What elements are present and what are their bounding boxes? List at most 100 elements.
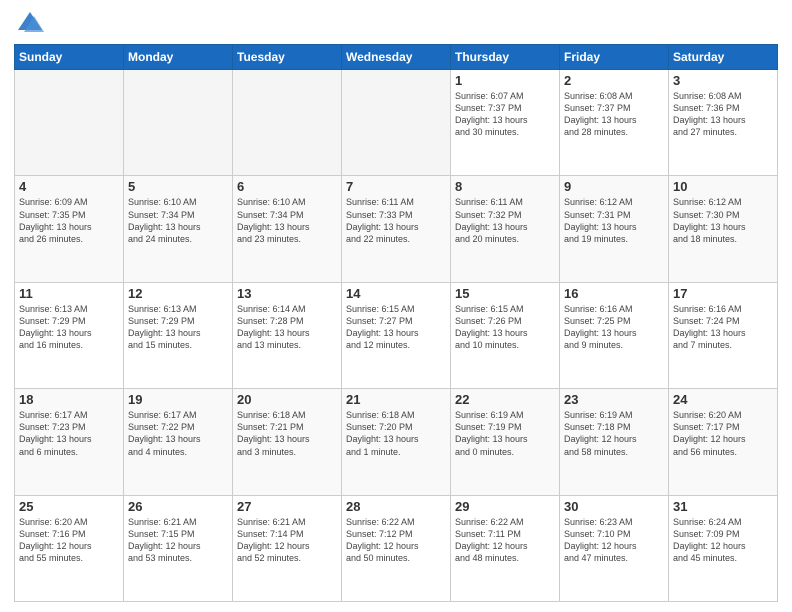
day-info: Sunrise: 6:12 AM Sunset: 7:31 PM Dayligh… (564, 196, 664, 245)
logo (14, 10, 44, 38)
day-number: 18 (19, 392, 119, 407)
day-info: Sunrise: 6:19 AM Sunset: 7:18 PM Dayligh… (564, 409, 664, 458)
calendar-cell: 6 Sunrise: 6:10 AM Sunset: 7:34 PM Daylig… (233, 176, 342, 282)
calendar-week-4: 18 Sunrise: 6:17 AM Sunset: 7:23 PM Dayli… (15, 389, 778, 495)
page: SundayMondayTuesdayWednesdayThursdayFrid… (0, 0, 792, 612)
calendar-cell: 5 Sunrise: 6:10 AM Sunset: 7:34 PM Daylig… (124, 176, 233, 282)
day-number: 2 (564, 73, 664, 88)
day-number: 24 (673, 392, 773, 407)
day-header-sunday: Sunday (15, 45, 124, 70)
day-info: Sunrise: 6:15 AM Sunset: 7:26 PM Dayligh… (455, 303, 555, 352)
calendar-cell: 13 Sunrise: 6:14 AM Sunset: 7:28 PM Dayli… (233, 282, 342, 388)
day-number: 22 (455, 392, 555, 407)
day-number: 29 (455, 499, 555, 514)
day-number: 14 (346, 286, 446, 301)
day-info: Sunrise: 6:13 AM Sunset: 7:29 PM Dayligh… (128, 303, 228, 352)
day-info: Sunrise: 6:16 AM Sunset: 7:25 PM Dayligh… (564, 303, 664, 352)
day-number: 13 (237, 286, 337, 301)
day-info: Sunrise: 6:10 AM Sunset: 7:34 PM Dayligh… (128, 196, 228, 245)
day-number: 12 (128, 286, 228, 301)
calendar-cell: 3Sunrise: 6:08 AM Sunset: 7:36 PM Daylig… (669, 70, 778, 176)
day-info: Sunrise: 6:23 AM Sunset: 7:10 PM Dayligh… (564, 516, 664, 565)
calendar-cell: 18 Sunrise: 6:17 AM Sunset: 7:23 PM Dayli… (15, 389, 124, 495)
day-header-wednesday: Wednesday (342, 45, 451, 70)
day-info: Sunrise: 6:22 AM Sunset: 7:11 PM Dayligh… (455, 516, 555, 565)
day-info: Sunrise: 6:10 AM Sunset: 7:34 PM Dayligh… (237, 196, 337, 245)
day-info: Sunrise: 6:20 AM Sunset: 7:16 PM Dayligh… (19, 516, 119, 565)
calendar-cell (233, 70, 342, 176)
calendar-cell: 15Sunrise: 6:15 AM Sunset: 7:26 PM Dayli… (451, 282, 560, 388)
calendar-cell: 2 Sunrise: 6:08 AM Sunset: 7:37 PM Daylig… (560, 70, 669, 176)
day-info: Sunrise: 6:18 AM Sunset: 7:20 PM Dayligh… (346, 409, 446, 458)
day-number: 20 (237, 392, 337, 407)
day-info: Sunrise: 6:15 AM Sunset: 7:27 PM Dayligh… (346, 303, 446, 352)
calendar-cell: 11 Sunrise: 6:13 AM Sunset: 7:29 PM Dayli… (15, 282, 124, 388)
day-number: 17 (673, 286, 773, 301)
day-info: Sunrise: 6:22 AM Sunset: 7:12 PM Dayligh… (346, 516, 446, 565)
day-info: Sunrise: 6:07 AM Sunset: 7:37 PM Dayligh… (455, 90, 555, 139)
day-number: 16 (564, 286, 664, 301)
day-number: 4 (19, 179, 119, 194)
calendar-cell: 31Sunrise: 6:24 AM Sunset: 7:09 PM Dayli… (669, 495, 778, 601)
calendar-cell: 23 Sunrise: 6:19 AM Sunset: 7:18 PM Dayli… (560, 389, 669, 495)
calendar-cell: 12 Sunrise: 6:13 AM Sunset: 7:29 PM Dayli… (124, 282, 233, 388)
logo-icon (16, 10, 44, 38)
calendar-cell: 27Sunrise: 6:21 AM Sunset: 7:14 PM Dayli… (233, 495, 342, 601)
day-info: Sunrise: 6:08 AM Sunset: 7:36 PM Dayligh… (673, 90, 773, 139)
calendar-cell: 20 Sunrise: 6:18 AM Sunset: 7:21 PM Dayli… (233, 389, 342, 495)
calendar-cell: 16 Sunrise: 6:16 AM Sunset: 7:25 PM Dayli… (560, 282, 669, 388)
day-header-tuesday: Tuesday (233, 45, 342, 70)
calendar-cell: 30 Sunrise: 6:23 AM Sunset: 7:10 PM Dayli… (560, 495, 669, 601)
day-number: 11 (19, 286, 119, 301)
calendar-cell: 14 Sunrise: 6:15 AM Sunset: 7:27 PM Dayli… (342, 282, 451, 388)
calendar-header-row: SundayMondayTuesdayWednesdayThursdayFrid… (15, 45, 778, 70)
calendar-cell: 26 Sunrise: 6:21 AM Sunset: 7:15 PM Dayli… (124, 495, 233, 601)
calendar-cell: 28 Sunrise: 6:22 AM Sunset: 7:12 PM Dayli… (342, 495, 451, 601)
day-info: Sunrise: 6:14 AM Sunset: 7:28 PM Dayligh… (237, 303, 337, 352)
calendar-cell (124, 70, 233, 176)
calendar-cell: 21 Sunrise: 6:18 AM Sunset: 7:20 PM Dayli… (342, 389, 451, 495)
calendar-week-5: 25 Sunrise: 6:20 AM Sunset: 7:16 PM Dayli… (15, 495, 778, 601)
calendar-cell: 19 Sunrise: 6:17 AM Sunset: 7:22 PM Dayli… (124, 389, 233, 495)
day-number: 23 (564, 392, 664, 407)
calendar-cell: 4 Sunrise: 6:09 AM Sunset: 7:35 PM Daylig… (15, 176, 124, 282)
day-number: 8 (455, 179, 555, 194)
calendar-cell (15, 70, 124, 176)
day-info: Sunrise: 6:08 AM Sunset: 7:37 PM Dayligh… (564, 90, 664, 139)
day-info: Sunrise: 6:13 AM Sunset: 7:29 PM Dayligh… (19, 303, 119, 352)
calendar-cell: 1Sunrise: 6:07 AM Sunset: 7:37 PM Daylig… (451, 70, 560, 176)
day-info: Sunrise: 6:11 AM Sunset: 7:33 PM Dayligh… (346, 196, 446, 245)
calendar-cell: 8Sunrise: 6:11 AM Sunset: 7:32 PM Daylig… (451, 176, 560, 282)
day-info: Sunrise: 6:17 AM Sunset: 7:22 PM Dayligh… (128, 409, 228, 458)
day-header-thursday: Thursday (451, 45, 560, 70)
day-number: 5 (128, 179, 228, 194)
day-number: 21 (346, 392, 446, 407)
calendar-cell: 24Sunrise: 6:20 AM Sunset: 7:17 PM Dayli… (669, 389, 778, 495)
calendar-cell: 7Sunrise: 6:11 AM Sunset: 7:33 PM Daylig… (342, 176, 451, 282)
day-number: 10 (673, 179, 773, 194)
day-number: 25 (19, 499, 119, 514)
day-info: Sunrise: 6:09 AM Sunset: 7:35 PM Dayligh… (19, 196, 119, 245)
day-info: Sunrise: 6:12 AM Sunset: 7:30 PM Dayligh… (673, 196, 773, 245)
calendar-week-3: 11 Sunrise: 6:13 AM Sunset: 7:29 PM Dayli… (15, 282, 778, 388)
day-info: Sunrise: 6:17 AM Sunset: 7:23 PM Dayligh… (19, 409, 119, 458)
calendar-week-1: 1Sunrise: 6:07 AM Sunset: 7:37 PM Daylig… (15, 70, 778, 176)
day-info: Sunrise: 6:18 AM Sunset: 7:21 PM Dayligh… (237, 409, 337, 458)
day-number: 9 (564, 179, 664, 194)
calendar-table: SundayMondayTuesdayWednesdayThursdayFrid… (14, 44, 778, 602)
day-header-saturday: Saturday (669, 45, 778, 70)
day-number: 30 (564, 499, 664, 514)
day-number: 31 (673, 499, 773, 514)
day-header-friday: Friday (560, 45, 669, 70)
day-number: 26 (128, 499, 228, 514)
calendar-cell: 10 Sunrise: 6:12 AM Sunset: 7:30 PM Dayli… (669, 176, 778, 282)
day-info: Sunrise: 6:21 AM Sunset: 7:15 PM Dayligh… (128, 516, 228, 565)
day-number: 6 (237, 179, 337, 194)
day-header-monday: Monday (124, 45, 233, 70)
header (14, 10, 778, 38)
calendar-cell: 9 Sunrise: 6:12 AM Sunset: 7:31 PM Daylig… (560, 176, 669, 282)
day-number: 19 (128, 392, 228, 407)
day-info: Sunrise: 6:19 AM Sunset: 7:19 PM Dayligh… (455, 409, 555, 458)
day-number: 28 (346, 499, 446, 514)
day-info: Sunrise: 6:16 AM Sunset: 7:24 PM Dayligh… (673, 303, 773, 352)
